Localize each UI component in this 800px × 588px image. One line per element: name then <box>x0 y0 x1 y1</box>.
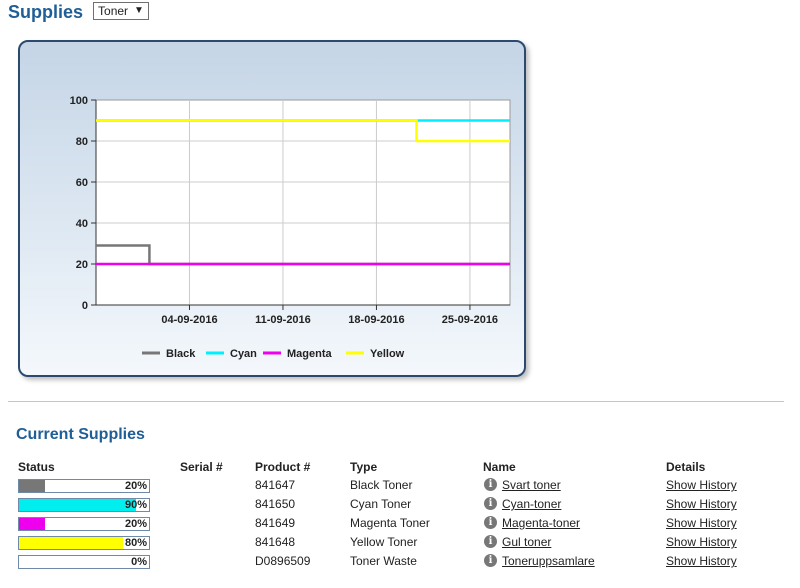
y-tick-label: 0 <box>82 300 88 312</box>
y-tick-label: 80 <box>76 136 88 148</box>
product-cell: 841650 <box>255 497 296 511</box>
table-row: 20% 841649 Magenta Toner i Magenta-toner Show… <box>0 514 800 533</box>
status-percent: 80% <box>124 537 147 549</box>
type-cell: Black Toner <box>350 478 413 492</box>
type-cell: Toner Waste <box>350 554 417 568</box>
x-tick-label: 18-09-2016 <box>348 314 404 326</box>
legend-label-magenta: Magenta <box>287 348 333 360</box>
name-link[interactable]: Magenta-toner <box>502 516 580 530</box>
status-bar-fill <box>19 518 45 530</box>
status-percent: 90% <box>124 499 147 511</box>
show-history-link[interactable]: Show History <box>666 497 737 511</box>
status-percent: 0% <box>131 556 147 568</box>
legend-label-black: Black <box>166 348 196 360</box>
table-row: 20% 841647 Black Toner i Svart toner Show His… <box>0 476 800 495</box>
select-value: Toner <box>98 3 129 18</box>
name-link[interactable]: Toneruppsamlare <box>502 554 595 568</box>
y-tick-label: 40 <box>76 218 88 230</box>
type-cell: Cyan Toner <box>350 497 412 511</box>
name-link[interactable]: Svart toner <box>502 478 561 492</box>
status-bar: 90% <box>18 498 150 512</box>
status-percent: 20% <box>124 480 147 492</box>
section-divider <box>8 401 784 402</box>
type-cell: Magenta Toner <box>350 516 430 530</box>
status-bar-fill <box>19 537 123 549</box>
show-history-link[interactable]: Show History <box>666 516 737 530</box>
y-tick-label: 20 <box>76 259 88 271</box>
x-tick-label: 25-09-2016 <box>442 314 498 326</box>
product-cell: 841647 <box>255 478 296 492</box>
product-cell: D0896509 <box>255 554 311 568</box>
table-row: 80% 841648 Yellow Toner i Gul toner Show Hist… <box>0 533 800 552</box>
plot-area <box>95 99 511 306</box>
status-bar: 20% <box>18 517 150 531</box>
y-tick-label: 60 <box>76 177 88 189</box>
legend-label-yellow: Yellow <box>370 348 405 360</box>
supplies-header: Supplies Toner ▼ <box>8 1 149 23</box>
col-product: Product # <box>255 460 311 474</box>
info-icon[interactable]: i <box>484 478 497 491</box>
name-link[interactable]: Cyan-toner <box>502 497 561 511</box>
show-history-link[interactable]: Show History <box>666 535 737 549</box>
supplies-history-chart: 0 20 40 60 80 100 04-09-2016 11-09-2016 18-09-20… <box>70 95 511 360</box>
current-supplies-title: Current Supplies <box>16 426 145 443</box>
info-icon[interactable]: i <box>484 516 497 529</box>
col-details: Details <box>666 460 706 474</box>
status-bar-fill <box>19 480 45 492</box>
table-row: 0% D0896509 Toner Waste i Toneruppsamlare Sho… <box>0 552 800 571</box>
legend-label-cyan: Cyan <box>230 348 257 360</box>
info-icon[interactable]: i <box>484 554 497 567</box>
y-tick-label: 100 <box>70 95 88 107</box>
product-cell: 841649 <box>255 516 296 530</box>
col-type: Type <box>350 460 378 474</box>
info-icon[interactable]: i <box>484 535 497 548</box>
status-percent: 20% <box>124 518 147 530</box>
status-bar: 80% <box>18 536 150 550</box>
x-tick-label: 04-09-2016 <box>161 314 217 326</box>
type-cell: Yellow Toner <box>350 535 418 549</box>
col-status: Status <box>18 460 55 474</box>
product-cell: 841648 <box>255 535 296 549</box>
chevron-down-icon: ▼ <box>134 5 144 16</box>
supplies-chart-panel: 0 20 40 60 80 100 04-09-2016 11-09-2016 18-09-20… <box>18 40 526 377</box>
status-bar-fill <box>19 499 136 511</box>
show-history-link[interactable]: Show History <box>666 478 737 492</box>
x-tick-label: 11-09-2016 <box>255 314 311 326</box>
name-link[interactable]: Gul toner <box>502 535 551 549</box>
supply-type-select[interactable]: Toner ▼ <box>93 1 149 20</box>
info-icon[interactable]: i <box>484 497 497 510</box>
status-bar: 20% <box>18 479 150 493</box>
col-serial: Serial # <box>180 460 223 474</box>
page-title: Supplies <box>8 2 84 22</box>
show-history-link[interactable]: Show History <box>666 554 737 568</box>
col-name: Name <box>483 460 516 474</box>
table-row: 90% 841650 Cyan Toner i Cyan-toner Show Histo… <box>0 495 800 514</box>
status-bar: 0% <box>18 555 150 569</box>
